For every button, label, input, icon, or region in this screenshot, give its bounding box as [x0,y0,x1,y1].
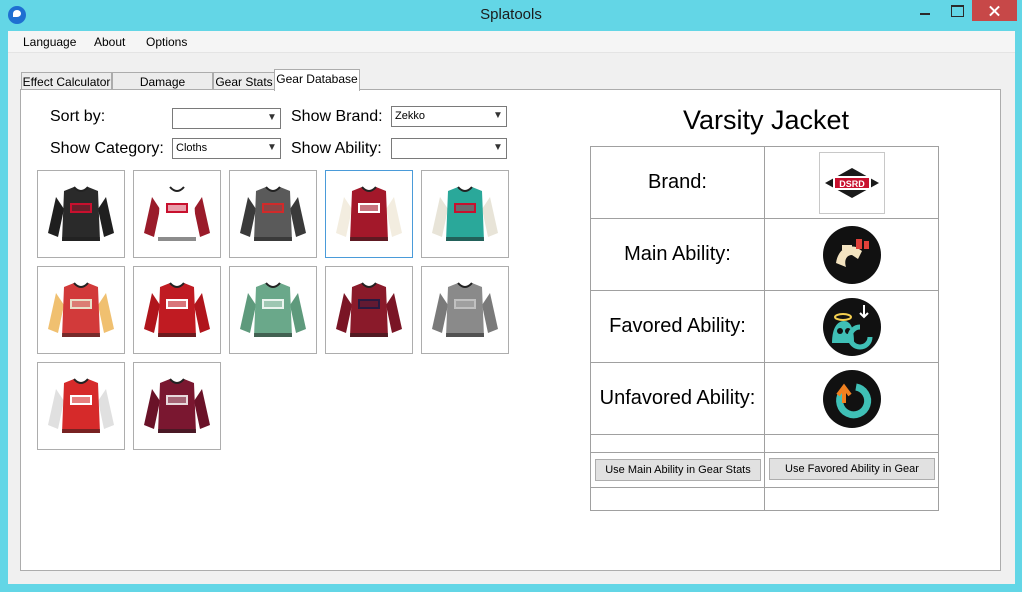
gear-item[interactable] [133,266,221,354]
minimize-button[interactable] [910,0,940,21]
svg-text:DSRD: DSRD [839,179,865,189]
main-ability-cell [765,219,939,291]
gear-item[interactable] [37,170,125,258]
sort-by-select[interactable]: ▼ [172,108,281,129]
menu-bar: Language About Options [8,31,1015,53]
gray-zekko-hoodie-icon [240,186,306,241]
tab-gear-database[interactable]: Gear Database [274,69,360,91]
white-red-zekko-baseball-tee-icon [144,186,210,241]
use-main-ability-button[interactable]: Use Main Ability in Gear Stats [595,459,761,481]
menu-about[interactable]: About [94,35,125,49]
teal-souvenir-jacket-icon [432,186,498,241]
main-window: Language About Options Effect Calculator… [8,31,1015,584]
favored-ability-button-cell: Use Favored Ability in Gear [765,453,939,488]
title-bar: Splatools [0,0,1022,31]
show-brand-select[interactable]: Zekko ▼ [391,106,507,127]
main-ability-button-cell: Use Main Ability in Gear Stats [591,453,765,488]
window-title: Splatools [480,6,542,23]
burgundy-zekko-sweater-icon [144,378,210,433]
sort-by-label: Sort by: [50,108,106,125]
chevron-down-icon: ▼ [493,142,503,153]
brand-label: Brand: [591,147,765,219]
empty-cell [765,435,939,453]
gray-check-shirt-icon [432,282,498,337]
empty-cell [591,435,765,453]
gear-item[interactable] [325,266,413,354]
show-category-value: Cloths [176,142,208,154]
gear-item[interactable] [325,170,413,258]
run-speed-up-ability-icon [822,225,881,284]
special-saver-ability-icon [822,297,881,356]
varsity-jacket-icon [336,186,402,241]
close-button[interactable] [972,0,1017,21]
gear-info-table: Brand: DSRD Main Ability: Favored Abilit… [590,146,939,511]
red-check-shirt-icon [336,282,402,337]
red-dragon-souvenir-jacket-icon [48,282,114,337]
chevron-down-icon: ▼ [267,142,277,153]
unfavored-ability-cell [765,363,939,435]
special-charge-up-ability-icon [822,369,881,428]
gear-item[interactable] [133,170,221,258]
gear-item[interactable] [421,266,509,354]
favored-ability-label: Favored Ability: [591,291,765,363]
gear-item[interactable] [229,266,317,354]
empty-cell [591,488,765,510]
gear-item[interactable] [229,170,317,258]
empty-cell [765,488,939,510]
gear-database-panel: Sort by: ▼ Show Brand: Zekko ▼ Show Cate… [20,89,1001,571]
gear-name: Varsity Jacket [682,105,850,135]
gear-item[interactable] [37,266,125,354]
red-zekko-sweater-icon [144,282,210,337]
chevron-down-icon: ▼ [267,112,277,123]
menu-options[interactable]: Options [146,35,187,49]
menu-language[interactable]: Language [23,35,76,49]
use-favored-ability-button[interactable]: Use Favored Ability in Gear [769,458,935,480]
main-ability-label: Main Ability: [591,219,765,291]
gear-item[interactable] [133,362,221,450]
unfavored-ability-label: Unfavored Ability: [591,363,765,435]
maximize-button[interactable] [942,0,972,21]
brand-cell: DSRD [765,147,939,219]
red-pattern-shirt-icon [48,378,114,433]
black-zekko-long-sleeve-shirt-icon [48,186,114,241]
gear-item[interactable] [421,170,509,258]
favored-ability-cell [765,291,939,363]
zekko-brand-logo-icon: DSRD [818,151,885,214]
show-ability-label: Show Ability: [291,140,382,157]
chevron-down-icon: ▼ [493,110,503,121]
green-check-shirt-icon [240,282,306,337]
show-category-select[interactable]: Cloths ▼ [172,138,281,159]
gear-item[interactable] [37,362,125,450]
show-ability-select[interactable]: ▼ [391,138,507,159]
show-brand-label: Show Brand: [291,108,383,125]
show-category-label: Show Category: [50,140,164,157]
show-brand-value: Zekko [395,110,425,122]
